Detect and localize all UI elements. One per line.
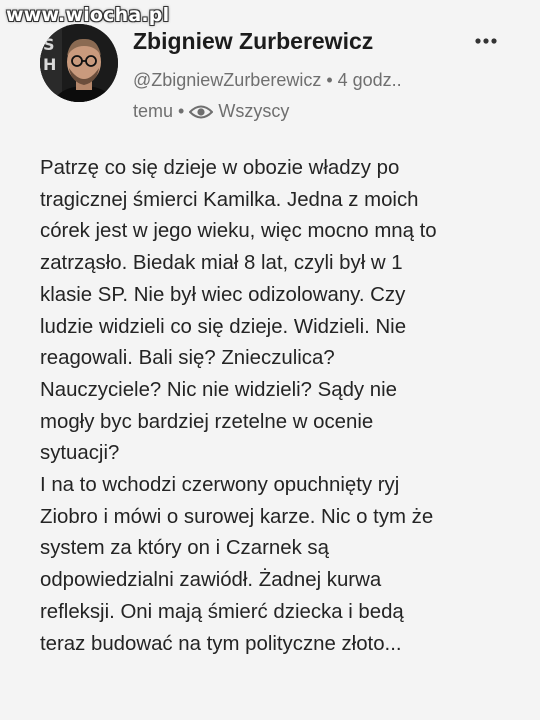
svg-text:H: H: [43, 55, 56, 74]
post-line: ludzie widzieli co się dzieje. Widzieli.…: [40, 315, 407, 338]
post-line: Ziobro i mówi o surowej karze. Nic o tym…: [40, 505, 434, 528]
post-line: mogły byc bardziej rzetelne w ocenie: [40, 410, 374, 433]
post-line: I na to wchodzi czerwony opuchnięty ryj: [40, 474, 400, 497]
post-line: tragicznej śmierci Kamilka. Jedna z moic…: [40, 188, 419, 211]
post-line: refleksji. Oni mają śmierć dziecka i bed…: [40, 600, 404, 623]
time-suffix: temu: [133, 101, 174, 121]
visibility-label[interactable]: Wszyscy: [218, 101, 289, 122]
post-line: Patrzę co się dzieje w obozie władzy po: [40, 157, 400, 179]
post-line: reagowali. Bali się? Znieczulica?: [40, 347, 335, 370]
post-line: córek jest w jego wieku, więc mocno mną …: [40, 220, 437, 243]
post-line: Nauczyciele? Nic nie widzieli? Sądy nie: [40, 378, 398, 401]
author-handle-time: @ZbigniewZurberewicz • 4 godz..: [133, 70, 402, 90]
meta-separator: •: [178, 101, 185, 121]
more-horizontal-icon[interactable]: [474, 36, 498, 46]
post-line: klasie SP. Nie był wiec odizolowany. Czy: [40, 283, 406, 306]
avatar-photo: S H: [40, 24, 118, 102]
svg-text:S: S: [43, 35, 55, 54]
post-line: odpowiedzialni zawiódł. Żadnej kurwa: [40, 569, 382, 592]
avatar[interactable]: S H: [40, 24, 118, 102]
post-line: zatrząsło. Biedak miał 8 lat, czyli był …: [40, 252, 403, 275]
post-body: Patrzę co się dzieje w obozie władzy po …: [40, 153, 530, 660]
post-line: system za który on i Czarnek są: [40, 537, 329, 560]
post-line: sytuacji?: [40, 442, 120, 465]
post-meta: temu • Wszyscy: [133, 101, 289, 122]
author-name[interactable]: Zbigniew Zurberewicz: [133, 28, 373, 55]
watermark: www.wiocha.pl: [6, 4, 170, 26]
eye-icon: [189, 105, 214, 118]
post-line: teraz budować na tym polityczne złoto...: [40, 632, 402, 655]
